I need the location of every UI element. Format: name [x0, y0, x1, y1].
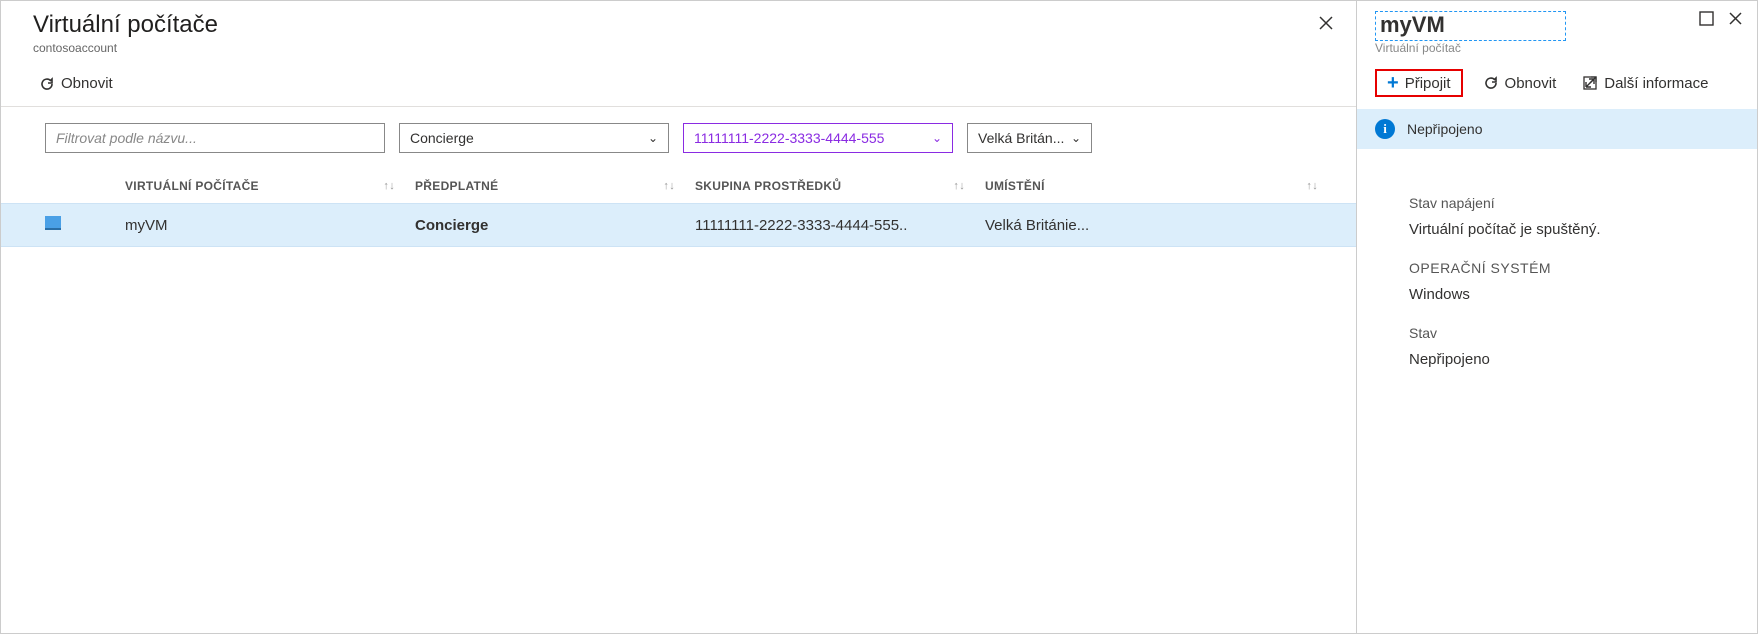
filter-bar: Concierge ⌄ 11111111-2222-3333-4444-555 … — [1, 107, 1356, 169]
refresh-icon — [1483, 75, 1499, 91]
page-subtitle: contosoaccount — [33, 41, 218, 55]
location-filter-select[interactable]: Velká Britán... ⌄ — [967, 123, 1092, 153]
left-header: Virtuální počítače contosoaccount — [1, 1, 1356, 61]
power-state-value: Virtuální počítač je spuštěný. — [1409, 221, 1739, 238]
maximize-button[interactable] — [1699, 11, 1714, 31]
vm-icon — [45, 216, 61, 230]
close-right-panel-button[interactable] — [1728, 11, 1743, 31]
vm-list-panel: Virtuální počítače contosoaccount Obnovi… — [1, 1, 1357, 633]
status-value: Nepřipojeno — [1409, 351, 1739, 368]
external-link-icon — [1582, 75, 1598, 91]
sort-icon: ↑↓ — [1306, 180, 1318, 192]
col-header-resource-group[interactable]: Skupina prostředků ↑↓ — [695, 179, 985, 193]
refresh-button[interactable]: Obnovit — [33, 71, 119, 96]
sort-icon: ↑↓ — [663, 180, 675, 192]
vm-subtitle: Virtuální počítač — [1375, 41, 1566, 55]
connection-status-bar: i Nepřipojeno — [1357, 109, 1757, 149]
close-left-panel-button[interactable] — [1314, 11, 1338, 38]
vm-title-box: myVM — [1375, 11, 1566, 41]
right-toolbar: + Připojit Obnovit Další informace — [1357, 59, 1757, 109]
left-toolbar: Obnovit — [1, 61, 1356, 107]
os-value: Windows — [1409, 286, 1739, 303]
cell-resource-group: 11111111-2222-3333-4444-555.. — [695, 217, 985, 234]
power-state-label: Stav napájení — [1409, 195, 1739, 211]
col-header-subscription[interactable]: Předplatné ↑↓ — [415, 179, 695, 193]
chevron-down-icon: ⌄ — [932, 131, 942, 145]
connect-button[interactable]: + Připojit — [1375, 69, 1463, 97]
col-header-location[interactable]: Umístění ↑↓ — [985, 179, 1338, 193]
vm-detail-panel: myVM Virtuální počítač + Připojit Obnovi… — [1357, 1, 1757, 633]
subscription-filter-select[interactable]: Concierge ⌄ — [399, 123, 669, 153]
chevron-down-icon: ⌄ — [1071, 131, 1081, 145]
table-header: Virtuální počítače ↑↓ Předplatné ↑↓ Skup… — [1, 169, 1356, 203]
refresh-icon — [39, 76, 55, 92]
right-header: myVM Virtuální počítač — [1357, 1, 1757, 59]
cell-subscription: Concierge — [415, 217, 695, 234]
page-title: Virtuální počítače — [33, 11, 218, 39]
chevron-down-icon: ⌄ — [648, 131, 658, 145]
status-label: Stav — [1409, 325, 1739, 341]
refresh-detail-button[interactable]: Obnovit — [1477, 71, 1563, 96]
resource-group-filter-select[interactable]: 11111111-2222-3333-4444-555 ⌄ — [683, 123, 953, 153]
refresh-label: Obnovit — [61, 75, 113, 92]
info-icon: i — [1375, 119, 1395, 139]
connection-status-text: Nepřipojeno — [1407, 121, 1483, 137]
os-label: Operační systém — [1409, 260, 1739, 276]
vm-details: Stav napájení Virtuální počítač je spušt… — [1357, 149, 1757, 378]
table-row[interactable]: myVM Concierge 11111111-2222-3333-4444-5… — [1, 203, 1356, 247]
name-filter-input[interactable] — [45, 123, 385, 153]
more-info-button[interactable]: Další informace — [1576, 71, 1714, 96]
col-header-name[interactable]: Virtuální počítače ↑↓ — [125, 179, 415, 193]
sort-icon: ↑↓ — [383, 180, 395, 192]
sort-icon: ↑↓ — [953, 180, 965, 192]
cell-location: Velká Británie... — [985, 217, 1338, 234]
plus-icon: + — [1387, 73, 1399, 93]
vm-table: Virtuální počítače ↑↓ Předplatné ↑↓ Skup… — [1, 169, 1356, 633]
cell-name: myVM — [125, 217, 415, 234]
vm-title: myVM — [1380, 12, 1445, 38]
